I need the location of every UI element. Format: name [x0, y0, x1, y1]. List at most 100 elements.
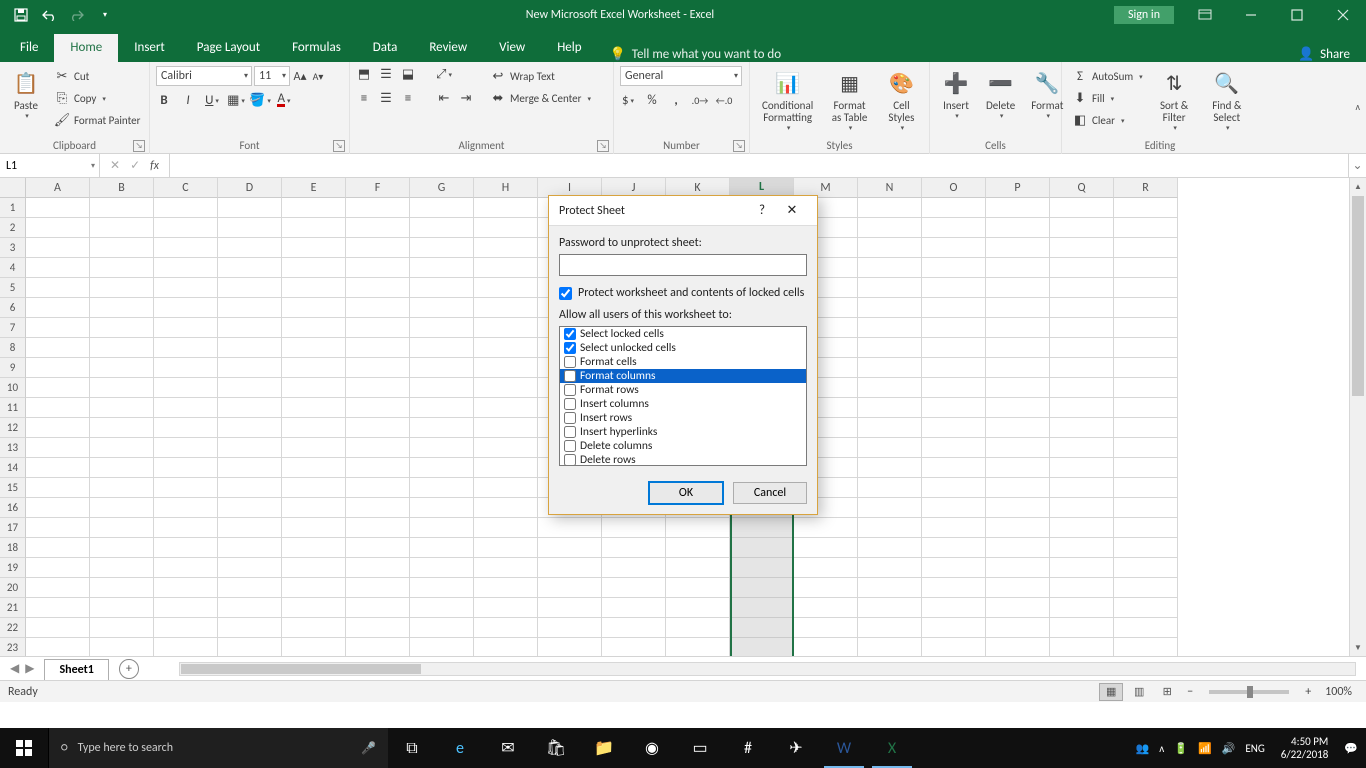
- column-header[interactable]: F: [346, 178, 410, 198]
- name-box[interactable]: L1: [0, 154, 100, 177]
- permission-option[interactable]: Insert hyperlinks: [560, 425, 806, 439]
- sheet-nav-next-icon[interactable]: ▶: [25, 661, 34, 676]
- tab-page-layout[interactable]: Page Layout: [181, 34, 276, 62]
- orientation-icon[interactable]: ⤢▾: [436, 66, 452, 82]
- align-center-icon[interactable]: ☰: [378, 90, 394, 106]
- zoom-slider[interactable]: [1209, 690, 1289, 694]
- decrease-indent-icon[interactable]: ⇤: [436, 90, 452, 106]
- conditional-formatting-button[interactable]: 📊Conditional Formatting▾: [756, 66, 819, 134]
- qat-customize-icon[interactable]: ▾: [92, 1, 118, 29]
- row-header[interactable]: 21: [0, 598, 26, 618]
- borders-icon[interactable]: ▦▾: [228, 92, 244, 108]
- tab-review[interactable]: Review: [413, 34, 483, 62]
- language-indicator[interactable]: ENG: [1245, 742, 1264, 755]
- formula-input[interactable]: [170, 154, 1348, 177]
- undo-icon[interactable]: [36, 1, 62, 29]
- ribbon-options-icon[interactable]: [1182, 0, 1228, 30]
- zoom-in-icon[interactable]: +: [1301, 685, 1315, 699]
- format-as-table-button[interactable]: ▦Format as Table▾: [823, 66, 876, 134]
- sheet-nav-prev-icon[interactable]: ◀: [10, 661, 19, 676]
- permission-checkbox[interactable]: [564, 342, 576, 354]
- cancel-formula-icon[interactable]: ✕: [110, 158, 120, 173]
- column-header[interactable]: B: [90, 178, 154, 198]
- scrollbar-thumb[interactable]: [181, 664, 421, 674]
- row-header[interactable]: 7: [0, 318, 26, 338]
- vertical-scrollbar[interactable]: ▲ ▼: [1349, 178, 1366, 656]
- permissions-listbox[interactable]: Select locked cellsSelect unlocked cells…: [559, 326, 807, 466]
- row-header[interactable]: 13: [0, 438, 26, 458]
- new-sheet-button[interactable]: +: [119, 659, 139, 679]
- delete-cells-button[interactable]: ➖Delete▾: [980, 66, 1021, 122]
- fill-button[interactable]: ⬇Fill▾: [1068, 88, 1147, 108]
- mail-icon[interactable]: ✉: [484, 728, 532, 768]
- clock[interactable]: 4:50 PM 6/22/2018: [1275, 735, 1335, 761]
- tab-insert[interactable]: Insert: [118, 34, 181, 62]
- permission-option[interactable]: Format cells: [560, 355, 806, 369]
- taskbar-search[interactable]: ○ Type here to search 🎤: [48, 728, 388, 768]
- tab-file[interactable]: File: [4, 34, 54, 62]
- minimize-icon[interactable]: [1228, 0, 1274, 30]
- tab-data[interactable]: Data: [357, 34, 414, 62]
- column-header[interactable]: A: [26, 178, 90, 198]
- fill-color-icon[interactable]: 🪣▾: [252, 92, 268, 108]
- find-select-button[interactable]: 🔍Find & Select▾: [1202, 66, 1252, 134]
- permission-option[interactable]: Delete columns: [560, 439, 806, 453]
- page-break-view-icon[interactable]: ⊞: [1155, 683, 1179, 701]
- insert-cells-button[interactable]: ➕Insert▾: [936, 66, 976, 122]
- row-header[interactable]: 12: [0, 418, 26, 438]
- password-input[interactable]: [559, 254, 807, 276]
- row-header[interactable]: 9: [0, 358, 26, 378]
- number-format-combo[interactable]: General: [620, 66, 742, 86]
- row-header[interactable]: 20: [0, 578, 26, 598]
- horizontal-scrollbar[interactable]: [179, 662, 1356, 676]
- scrollbar-thumb[interactable]: [1352, 196, 1364, 396]
- zoom-out-icon[interactable]: −: [1183, 685, 1197, 699]
- decrease-decimal-icon[interactable]: ←.0: [716, 92, 732, 108]
- word-icon[interactable]: W: [820, 728, 868, 768]
- row-header[interactable]: 10: [0, 378, 26, 398]
- tab-formulas[interactable]: Formulas: [276, 34, 357, 62]
- accounting-icon[interactable]: $▾: [620, 92, 636, 108]
- dialog-launcher-icon[interactable]: ↘: [133, 140, 145, 152]
- font-name-combo[interactable]: Calibri: [156, 66, 252, 86]
- row-header[interactable]: 4: [0, 258, 26, 278]
- row-header[interactable]: 15: [0, 478, 26, 498]
- permission-checkbox[interactable]: [564, 356, 576, 368]
- dialog-launcher-icon[interactable]: ↘: [733, 140, 745, 152]
- row-header[interactable]: 22: [0, 618, 26, 638]
- row-header[interactable]: 23: [0, 638, 26, 656]
- paste-button[interactable]: 📋 Paste▾: [6, 66, 46, 122]
- column-header[interactable]: D: [218, 178, 282, 198]
- battery-icon[interactable]: 🔋: [1174, 742, 1188, 755]
- action-center-icon[interactable]: 💬: [1344, 742, 1358, 755]
- close-icon[interactable]: [1320, 0, 1366, 30]
- redo-icon[interactable]: [64, 1, 90, 29]
- enter-formula-icon[interactable]: ✓: [130, 158, 140, 173]
- column-header[interactable]: P: [986, 178, 1050, 198]
- task-view-icon[interactable]: ⧉: [388, 728, 436, 768]
- row-header[interactable]: 17: [0, 518, 26, 538]
- increase-indent-icon[interactable]: ⇥: [458, 90, 474, 106]
- file-explorer-icon[interactable]: 📁: [580, 728, 628, 768]
- cell-styles-button[interactable]: 🎨Cell Styles▾: [880, 66, 923, 134]
- store-icon[interactable]: 🛍: [532, 728, 580, 768]
- align-middle-icon[interactable]: ☰: [378, 66, 394, 82]
- align-right-icon[interactable]: ≡: [400, 90, 416, 106]
- row-header[interactable]: 16: [0, 498, 26, 518]
- permission-option[interactable]: Select unlocked cells: [560, 341, 806, 355]
- sort-filter-button[interactable]: ⇅Sort & Filter▾: [1151, 66, 1198, 134]
- cut-button[interactable]: ✂Cut: [50, 66, 144, 86]
- font-size-combo[interactable]: 11: [254, 66, 290, 86]
- tray-chevron-icon[interactable]: ʌ: [1159, 742, 1164, 755]
- row-header[interactable]: 1: [0, 198, 26, 218]
- merge-center-button[interactable]: ⬌Merge & Center▾: [486, 88, 595, 108]
- help-icon[interactable]: ?: [747, 203, 777, 218]
- tab-view[interactable]: View: [483, 34, 541, 62]
- permission-checkbox[interactable]: [564, 398, 576, 410]
- signin-button[interactable]: Sign in: [1114, 6, 1174, 24]
- tab-help[interactable]: Help: [541, 34, 597, 62]
- permission-checkbox[interactable]: [564, 328, 576, 340]
- autosum-button[interactable]: ΣAutoSum▾: [1068, 66, 1147, 86]
- decrease-font-icon[interactable]: A▾: [310, 68, 326, 84]
- font-color-icon[interactable]: A▾: [276, 92, 292, 108]
